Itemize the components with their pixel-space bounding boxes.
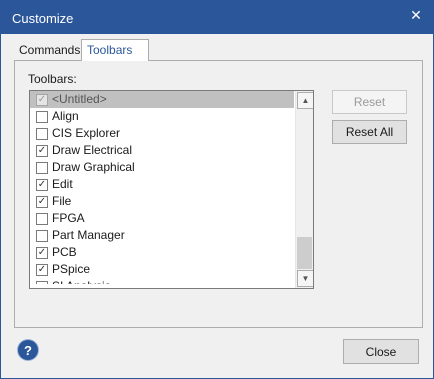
customize-dialog: Customize ✕ Commands Toolbars Toolbars: … bbox=[0, 0, 434, 379]
list-item[interactable]: SI Analysis bbox=[30, 278, 294, 284]
scroll-up-icon[interactable]: ▲ bbox=[297, 92, 313, 109]
close-icon[interactable]: ✕ bbox=[405, 4, 427, 26]
list-item-label: PCB bbox=[52, 245, 77, 259]
list-item[interactable]: ✓ Edit bbox=[30, 176, 294, 193]
checkbox-checked-icon[interactable]: ✓ bbox=[36, 145, 48, 157]
list-item-label: CIS Explorer bbox=[52, 126, 121, 140]
toolbars-listbox[interactable]: ✓ <Untitled> Align CIS Explorer ✓ Draw Electr… bbox=[29, 90, 314, 289]
checkbox-checked-icon[interactable]: ✓ bbox=[36, 179, 48, 191]
checkbox-checked-icon[interactable]: ✓ bbox=[36, 196, 48, 208]
list-item[interactable]: ✓ PCB bbox=[30, 244, 294, 261]
checkbox-checked-icon[interactable]: ✓ bbox=[36, 94, 48, 106]
list-item-label: Part Manager bbox=[52, 228, 125, 242]
list-item[interactable]: Draw Graphical bbox=[30, 159, 294, 176]
list-item-label: PSpice bbox=[52, 262, 91, 276]
help-icon[interactable]: ? bbox=[18, 340, 38, 360]
reset-button[interactable]: Reset bbox=[332, 90, 407, 114]
list-item[interactable]: FPGA bbox=[30, 210, 294, 227]
toolbars-panel: Toolbars: ✓ <Untitled> Align CIS Explorer ✓ D… bbox=[14, 60, 423, 328]
list-item[interactable]: ✓ <Untitled> bbox=[30, 91, 294, 108]
list-item-label: Edit bbox=[52, 177, 73, 191]
list-item-label: Draw Electrical bbox=[52, 143, 133, 157]
dialog-title: Customize bbox=[12, 11, 74, 26]
checkbox-checked-icon[interactable]: ✓ bbox=[36, 264, 48, 276]
list-item[interactable]: ✓ PSpice bbox=[30, 261, 294, 278]
list-item[interactable]: Align bbox=[30, 108, 294, 125]
toolbars-list-label: Toolbars: bbox=[28, 72, 77, 86]
list-item-label: SI Analysis bbox=[52, 279, 111, 284]
tab-toolbars[interactable]: Toolbars bbox=[81, 39, 149, 61]
list-item-label: Align bbox=[52, 109, 79, 123]
checkbox-unchecked-icon[interactable] bbox=[36, 213, 48, 225]
tab-commands[interactable]: Commands bbox=[14, 41, 88, 59]
list-item-label: File bbox=[52, 194, 72, 208]
checkbox-unchecked-icon[interactable] bbox=[36, 128, 48, 140]
toolbars-list: ✓ <Untitled> Align CIS Explorer ✓ Draw Electr… bbox=[30, 91, 294, 288]
list-item[interactable]: ✓ File bbox=[30, 193, 294, 210]
list-item-label: Draw Graphical bbox=[52, 160, 135, 174]
vertical-scrollbar[interactable]: ▲ ▼ bbox=[295, 91, 313, 288]
checkbox-checked-icon[interactable]: ✓ bbox=[36, 247, 48, 259]
checkbox-unchecked-icon[interactable] bbox=[36, 162, 48, 174]
list-item[interactable]: ✓ Draw Electrical bbox=[30, 142, 294, 159]
scroll-thumb[interactable] bbox=[297, 237, 312, 269]
list-item-label: <Untitled> bbox=[52, 92, 107, 106]
list-item[interactable]: CIS Explorer bbox=[30, 125, 294, 142]
checkbox-unchecked-icon[interactable] bbox=[36, 281, 48, 284]
list-item[interactable]: Part Manager bbox=[30, 227, 294, 244]
list-item-label: FPGA bbox=[52, 211, 85, 225]
title-bar: Customize ✕ bbox=[1, 1, 433, 34]
scroll-down-icon[interactable]: ▼ bbox=[297, 270, 313, 287]
checkbox-unchecked-icon[interactable] bbox=[36, 111, 48, 123]
reset-all-button[interactable]: Reset All bbox=[332, 120, 407, 144]
close-button[interactable]: Close bbox=[343, 339, 419, 364]
checkbox-unchecked-icon[interactable] bbox=[36, 230, 48, 242]
